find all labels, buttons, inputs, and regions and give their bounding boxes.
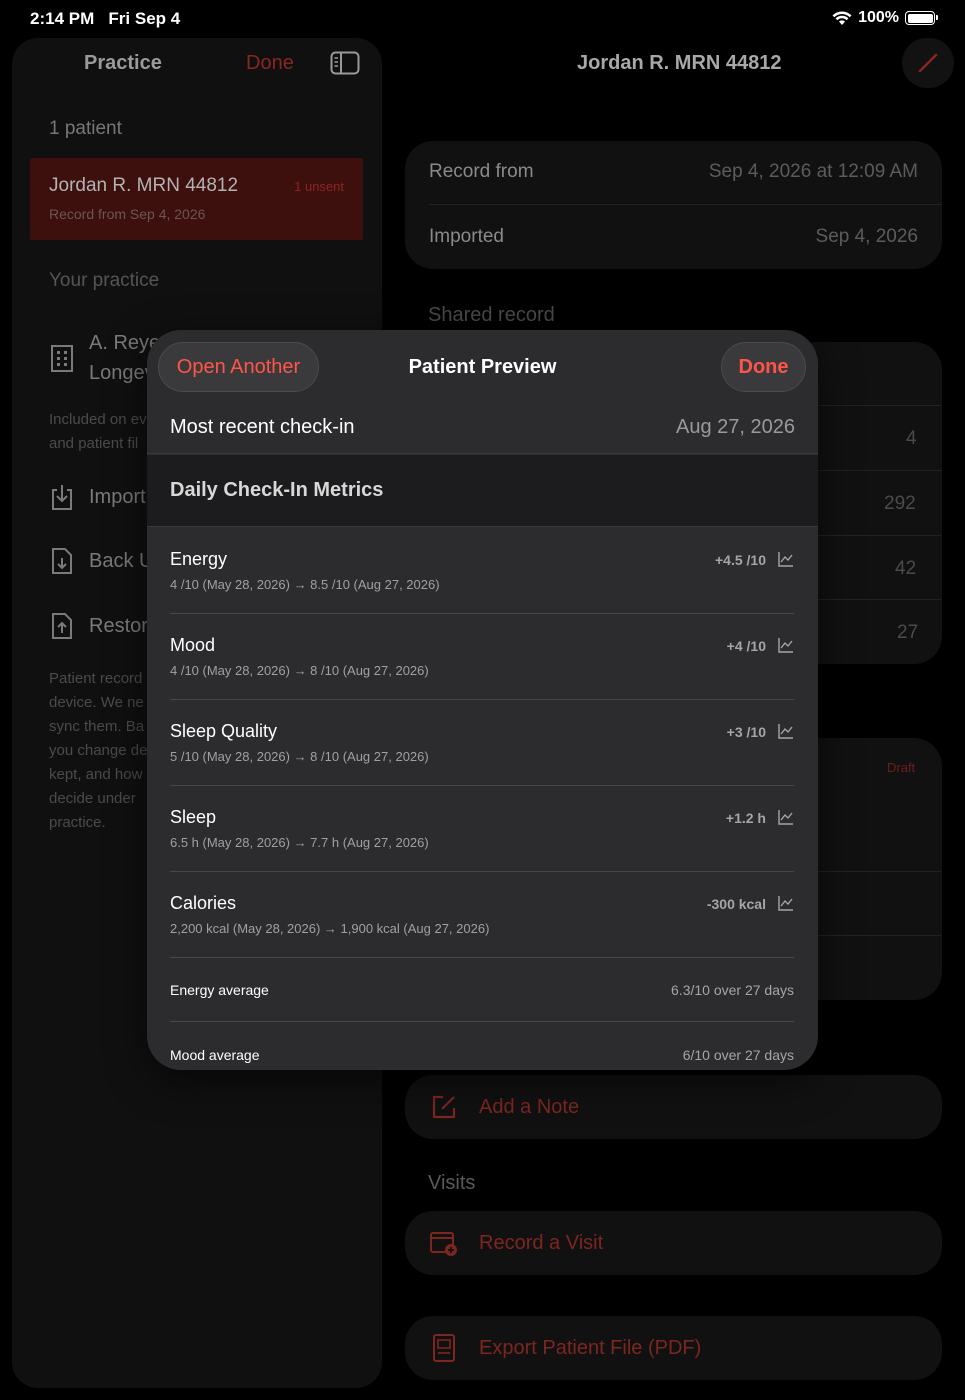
modal-header: Open Another Patient Preview Done xyxy=(147,330,818,402)
metric-name: Sleep xyxy=(170,807,217,827)
patient-list-item[interactable]: Jordan R. MRN 44812 1 unsent Record from… xyxy=(30,158,363,240)
wifi-icon xyxy=(832,10,852,25)
metric-delta: +4 /10 xyxy=(726,638,766,654)
line-chart-icon xyxy=(778,810,793,825)
battery-percent: 100% xyxy=(858,9,899,26)
sidebar-title: Practice xyxy=(84,52,162,74)
sidebar-done-button[interactable]: Done xyxy=(246,52,294,75)
patient-title: Jordan R. MRN 44812 xyxy=(577,52,782,74)
restore-item[interactable]: Restore xyxy=(49,611,159,641)
line-chart-icon xyxy=(778,552,793,567)
patient-name: Jordan R. MRN 44812 xyxy=(49,175,239,196)
most-recent-checkin-value: Aug 27, 2026 xyxy=(676,416,795,438)
line-chart-icon xyxy=(778,724,793,739)
energy-average-row: Energy average 6.3/10 over 27 days xyxy=(170,957,794,1022)
unsent-badge: 1 unsent xyxy=(294,179,344,194)
pencil-icon xyxy=(918,53,938,73)
metric-detail: 6.5 h (May 28, 2026) → 7.7 h (Aug 27, 20… xyxy=(170,835,429,850)
import-item[interactable]: Import xyxy=(49,482,146,512)
patient-count: 1 patient xyxy=(49,118,122,139)
status-bar: 2:14 PM Fri Sep 4 100% xyxy=(0,0,965,38)
metric-name: Sleep Quality xyxy=(170,721,278,741)
mood-average-row: Mood average 6/10 over 27 days xyxy=(170,1022,794,1070)
most-recent-checkin-row: Most recent check-in Aug 27, 2026 xyxy=(147,402,818,454)
metric-delta: +1.2 h xyxy=(725,810,766,826)
metric-delta: +3 /10 xyxy=(726,724,766,740)
building-icon xyxy=(51,345,73,372)
average-value: 6.3/10 over 27 days xyxy=(671,982,794,998)
add-note-button[interactable]: Add a Note xyxy=(405,1075,942,1139)
backup-label: Back U xyxy=(89,549,154,572)
patient-record-date: Record from Sep 4, 2026 xyxy=(49,206,206,222)
record-visit-button[interactable]: Record a Visit xyxy=(405,1211,942,1275)
shared-record-value: 292 xyxy=(884,493,916,514)
draft-badge: Draft xyxy=(887,760,916,775)
export-pdf-button[interactable]: Export Patient File (PDF) xyxy=(405,1316,942,1380)
average-value: 6/10 over 27 days xyxy=(682,1047,794,1063)
document-upload-icon xyxy=(52,613,72,639)
record-from-row: Record from Sep 4, 2026 at 12:09 AM xyxy=(429,161,918,182)
average-label: Energy average xyxy=(170,982,269,998)
shared-record-label: Shared record xyxy=(428,304,555,326)
metric-detail: 4 /10 (May 28, 2026) → 8 /10 (Aug 27, 20… xyxy=(170,663,429,678)
import-icon xyxy=(52,485,72,510)
most-recent-checkin-label: Most recent check-in xyxy=(170,416,355,438)
edit-button[interactable] xyxy=(902,38,954,88)
metric-name: Calories xyxy=(170,893,237,913)
line-chart-icon xyxy=(778,638,793,653)
record-info-card: Record from Sep 4, 2026 at 12:09 AM Impo… xyxy=(405,141,942,269)
import-label: Import xyxy=(89,485,146,508)
calendar-add-icon xyxy=(430,1232,457,1256)
shared-record-value: 4 xyxy=(906,428,917,449)
document-download-icon xyxy=(52,548,72,574)
average-label: Mood average xyxy=(170,1047,260,1063)
modal-title: Patient Preview xyxy=(408,356,557,378)
modal-done-button[interactable]: Done xyxy=(721,342,806,392)
backup-item[interactable]: Back U xyxy=(49,546,153,576)
battery-icon xyxy=(905,11,938,25)
metric-detail: 5 /10 (May 28, 2026) → 8 /10 (Aug 27, 20… xyxy=(170,749,429,764)
metric-name: Energy xyxy=(170,549,228,569)
line-chart-icon xyxy=(778,896,793,911)
metric-delta: -300 kcal xyxy=(706,896,766,912)
patient-preview-modal: Open Another Patient Preview Done Most r… xyxy=(147,330,818,1070)
imported-row: Imported Sep 4, 2026 xyxy=(429,226,918,247)
compose-icon xyxy=(432,1095,456,1119)
shared-record-value: 27 xyxy=(897,622,919,643)
your-practice-label: Your practice xyxy=(49,270,160,291)
status-time: 2:14 PM Fri Sep 4 xyxy=(30,9,181,28)
sidebar-toggle-icon[interactable] xyxy=(330,51,360,75)
metric-row-sleep-quality[interactable]: Sleep Quality 5 /10 (May 28, 2026) → 8 /… xyxy=(170,700,794,786)
shared-record-value: 42 xyxy=(895,558,917,579)
metric-row-energy[interactable]: Energy 4 /10 (May 28, 2026) → 8.5 /10 (A… xyxy=(170,528,794,614)
metric-row-mood[interactable]: Mood 4 /10 (May 28, 2026) → 8 /10 (Aug 2… xyxy=(170,614,794,700)
metric-row-calories[interactable]: Calories 2,200 kcal (May 28, 2026) → 1,9… xyxy=(170,872,794,958)
metric-row-sleep[interactable]: Sleep 6.5 h (May 28, 2026) → 7.7 h (Aug … xyxy=(170,786,794,872)
document-export-icon xyxy=(433,1334,455,1362)
metric-name: Mood xyxy=(170,635,216,655)
status-indicators: 100% xyxy=(832,9,938,27)
metric-delta: +4.5 /10 xyxy=(715,552,766,568)
metrics-section-header: Daily Check-In Metrics xyxy=(147,455,818,527)
sidebar-header: Practice Done xyxy=(12,38,382,90)
visits-label: Visits xyxy=(428,1172,476,1194)
metric-detail: 4 /10 (May 28, 2026) → 8.5 /10 (Aug 27, … xyxy=(170,577,440,592)
metric-detail: 2,200 kcal (May 28, 2026) → 1,900 kcal (… xyxy=(170,921,490,936)
